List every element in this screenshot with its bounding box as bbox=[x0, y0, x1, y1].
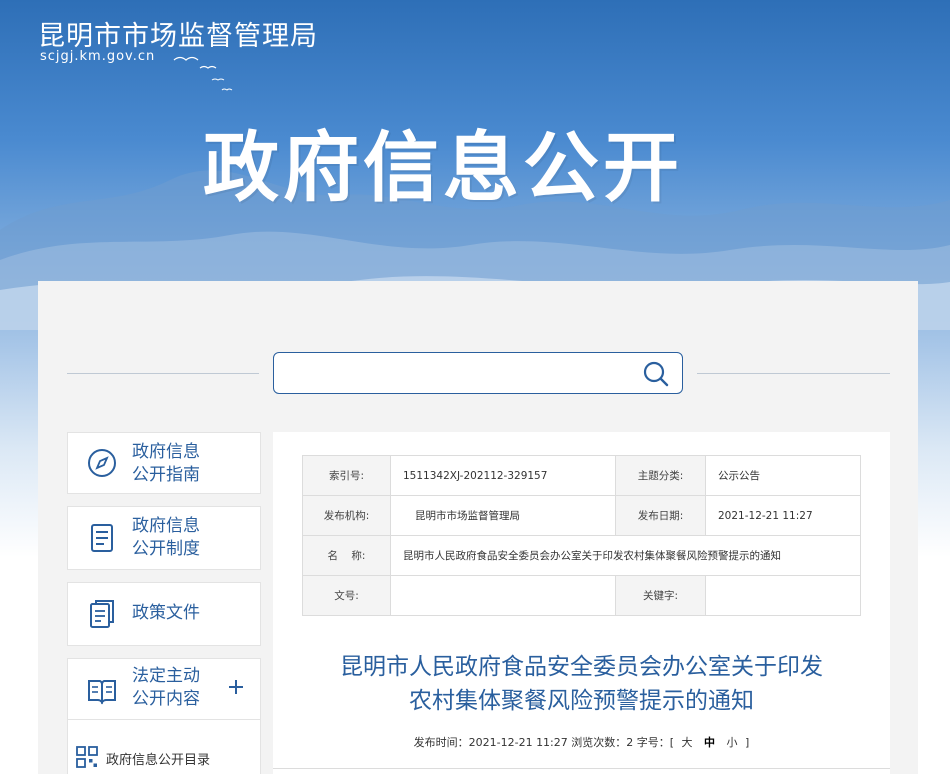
sidebar-item-label: 政策文件 bbox=[132, 603, 200, 623]
date-value: 2021-12-21 11:27 bbox=[705, 495, 861, 536]
font-size-large-button[interactable]: 大 bbox=[678, 736, 697, 749]
sidebar-item-label: 法定主动 公开内容 bbox=[132, 666, 200, 709]
sidebar-subitem-label: 政府信息公开目录 bbox=[106, 753, 211, 768]
doc-number-value bbox=[390, 575, 616, 616]
sidebar-item-label: 政府信息 公开指南 bbox=[132, 442, 200, 485]
table-row: 名 称: 昆明市人民政府食品安全委员会办公室关于印发农村集体聚餐风险预警提示的通… bbox=[302, 535, 861, 576]
name-label: 名 称: bbox=[302, 535, 391, 576]
open-book-icon bbox=[88, 680, 116, 705]
search-input[interactable] bbox=[282, 360, 622, 386]
table-row: 索引号: 1511342XJ-202112-329157 主题分类: 公示公告 bbox=[302, 455, 861, 496]
publisher-value: 昆明市市场监督管理局 bbox=[390, 495, 616, 536]
site-domain: scjgj.km.gov.cn bbox=[40, 49, 156, 64]
divider bbox=[273, 768, 890, 769]
search-icon[interactable] bbox=[642, 360, 670, 388]
sidebar-item-system[interactable]: 政府信息 公开制度 bbox=[67, 506, 261, 570]
search-box bbox=[273, 352, 683, 394]
publisher-label: 发布机构: bbox=[302, 495, 391, 536]
sidebar-item-label: 政府信息 公开制度 bbox=[132, 516, 200, 559]
search-divider-left bbox=[67, 373, 259, 374]
date-label: 发布日期: bbox=[615, 495, 706, 536]
article-content: 索引号: 1511342XJ-202112-329157 主题分类: 公示公告 … bbox=[273, 432, 890, 774]
grid-icon bbox=[76, 746, 98, 768]
sidebar-item-guide[interactable]: 政府信息 公开指南 bbox=[67, 432, 261, 494]
birds-decoration bbox=[173, 56, 233, 91]
hero-title: 政府信息公开 bbox=[203, 123, 683, 212]
site-name: 昆明市市场监督管理局 bbox=[38, 21, 318, 52]
document-list-icon bbox=[91, 524, 113, 552]
metadata-table: 索引号: 1511342XJ-202112-329157 主题分类: 公示公告 … bbox=[302, 455, 861, 616]
search-divider-right bbox=[697, 373, 890, 374]
plus-icon[interactable] bbox=[228, 679, 244, 695]
sidebar-item-policy[interactable]: 政策文件 bbox=[67, 582, 261, 646]
name-value: 昆明市人民政府食品安全委员会办公室关于印发农村集体聚餐风险预警提示的通知 bbox=[390, 535, 861, 576]
keywords-label: 关键字: bbox=[615, 575, 706, 616]
category-value: 公示公告 bbox=[705, 455, 861, 496]
article-title: 昆明市人民政府食品安全委员会办公室关于印发 农村集体聚餐风险预警提示的通知 bbox=[340, 654, 823, 714]
compass-icon bbox=[88, 449, 116, 477]
font-size-small-button[interactable]: 小 bbox=[723, 736, 742, 749]
index-value: 1511342XJ-202112-329157 bbox=[390, 455, 616, 496]
sidebar-item-statutory[interactable]: 法定主动 公开内容 bbox=[67, 658, 261, 720]
sidebar-subitem-catalog[interactable]: 政府信息公开目录 bbox=[67, 720, 261, 774]
keywords-value bbox=[705, 575, 861, 616]
article-meta: 发布时间：2021-12-21 11:27 浏览次数：2 字号：[ 大 中 小 … bbox=[273, 734, 890, 750]
table-row: 文号: 关键字: bbox=[302, 575, 861, 616]
publish-info: 发布时间：2021-12-21 11:27 浏览次数：2 字号：[ bbox=[413, 736, 675, 749]
table-row: 发布机构: 昆明市市场监督管理局 发布日期: 2021-12-21 11:27 bbox=[302, 495, 861, 536]
category-label: 主题分类: bbox=[615, 455, 706, 496]
font-size-bracket: ] bbox=[745, 736, 750, 749]
index-label: 索引号: bbox=[302, 455, 391, 496]
policy-files-icon bbox=[90, 600, 114, 628]
font-size-medium-button[interactable]: 中 bbox=[700, 736, 719, 749]
doc-number-label: 文号: bbox=[302, 575, 391, 616]
